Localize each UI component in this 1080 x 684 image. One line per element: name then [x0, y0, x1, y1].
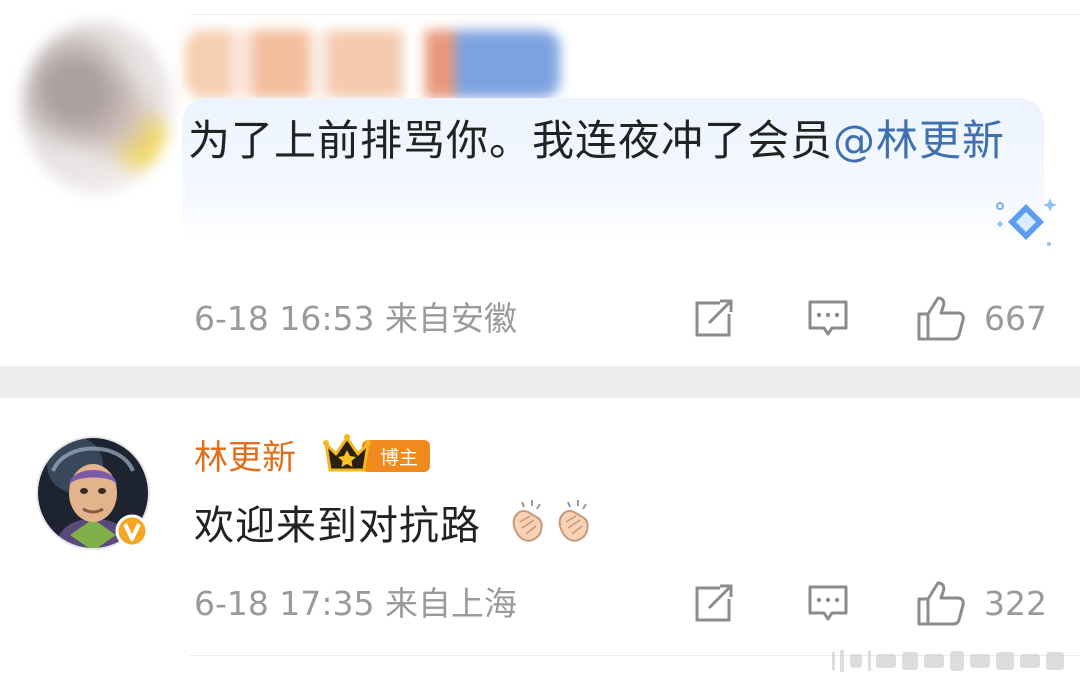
timestamp-location: 6-18 16:53 来自安徽	[194, 299, 517, 338]
reply-icon[interactable]	[806, 298, 850, 340]
avatar[interactable]	[22, 22, 172, 192]
comment-text: 欢迎来到对抗路	[194, 503, 481, 549]
clap-icon	[512, 500, 589, 542]
avatar[interactable]	[35, 435, 151, 551]
verified-icon	[115, 514, 149, 548]
share-icon[interactable]	[692, 298, 736, 340]
gem-icon	[996, 198, 1057, 246]
like-count: 667	[984, 299, 1047, 338]
thumbs-up-icon[interactable]	[916, 579, 966, 627]
author-name[interactable]: 林更新	[194, 435, 296, 481]
timestamp-location: 6-18 17:35 来自上海	[194, 584, 517, 623]
username-blurred[interactable]	[185, 30, 560, 98]
thumbs-up-icon[interactable]	[916, 294, 966, 342]
reply-icon[interactable]	[806, 583, 850, 625]
comment-text: 为了上前排骂你。我连夜冲了会员@林更新	[188, 108, 1008, 174]
watermark-logo	[832, 650, 1064, 672]
comment-body: 为了上前排骂你。我连夜冲了会员	[188, 116, 834, 165]
share-icon[interactable]	[692, 583, 736, 625]
mention-link[interactable]: @林更新	[833, 116, 1005, 165]
badge-label: 博主	[380, 447, 418, 469]
section-divider	[0, 366, 1080, 398]
comment-meta: 6-18 17:35 来自上海 322	[194, 579, 1047, 627]
comment-meta: 6-18 16:53 来自安徽 667	[194, 294, 1047, 342]
crown-icon: 博主	[323, 434, 430, 472]
divider-line	[190, 14, 1080, 15]
like-count: 322	[984, 584, 1047, 623]
